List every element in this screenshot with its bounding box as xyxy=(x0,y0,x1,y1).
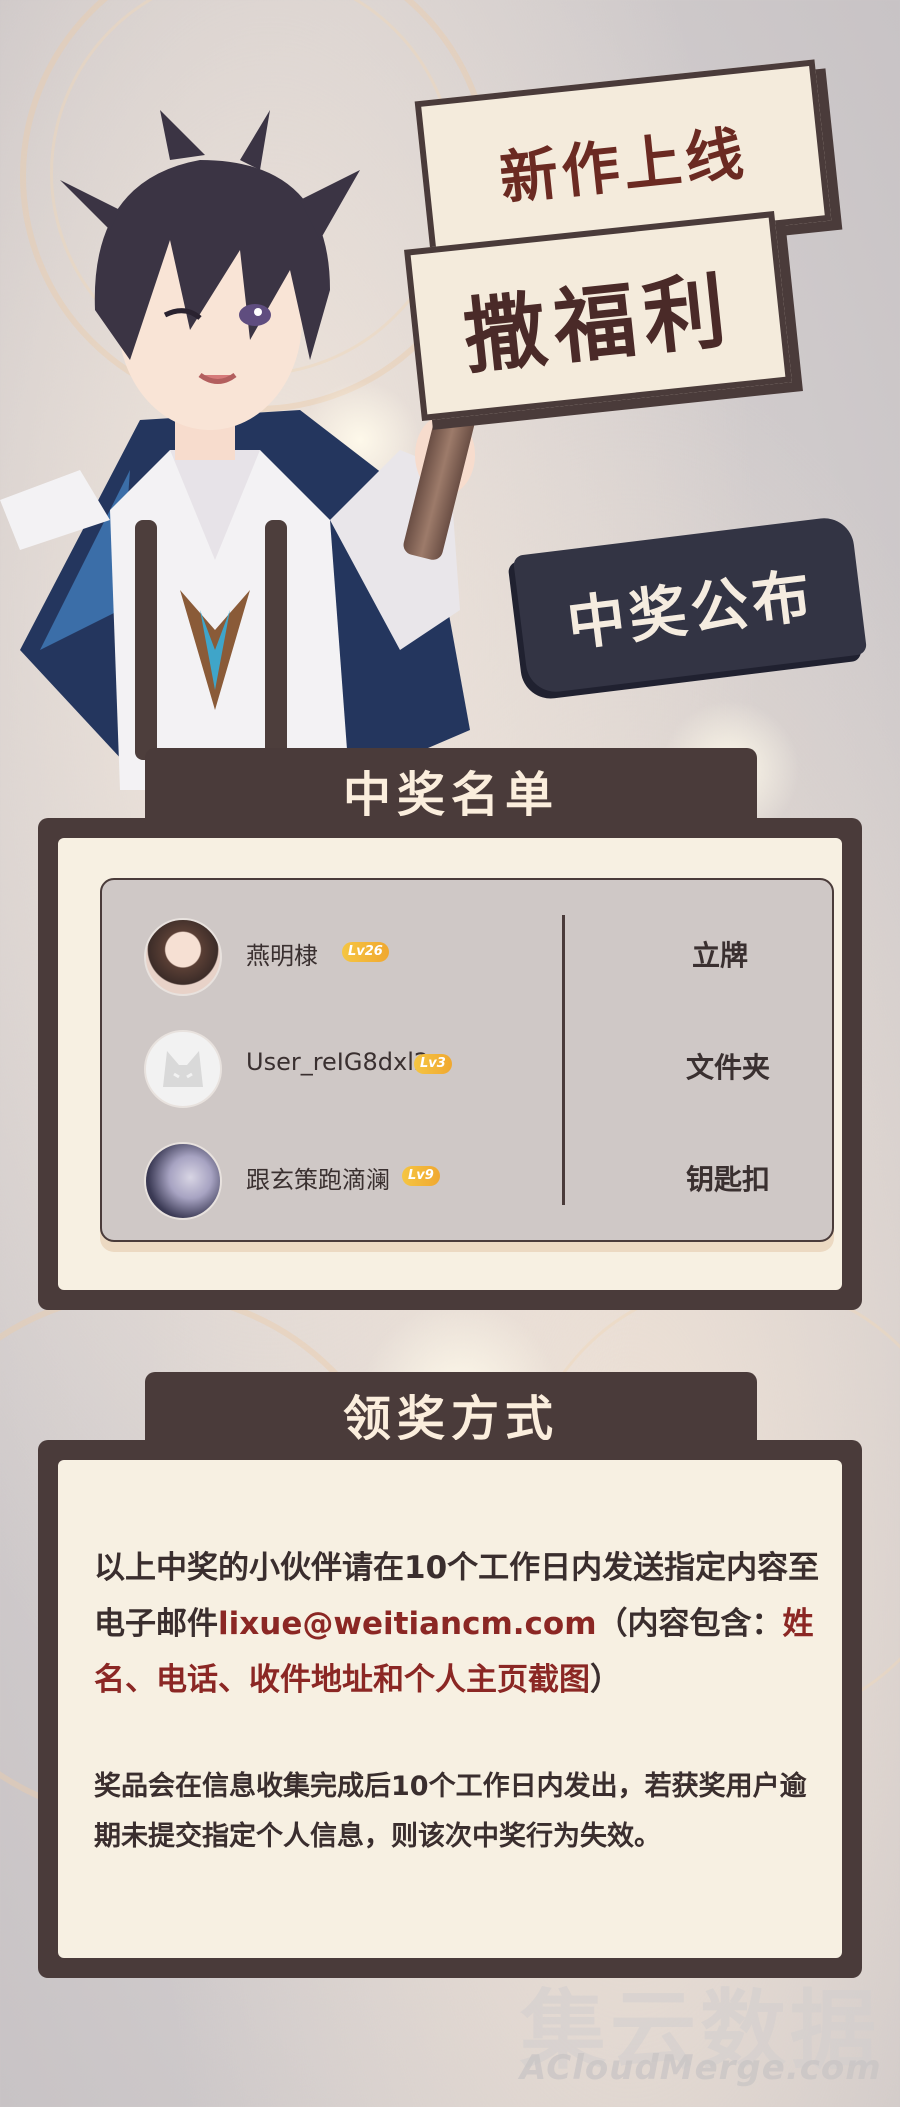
avatar[interactable] xyxy=(144,918,222,996)
default-avatar-icon xyxy=(163,1051,203,1087)
claim-instructions: 以上中奖的小伙伴请在10个工作日内发送指定内容至电子邮件lixue@weitia… xyxy=(94,1540,829,1862)
level-badge: Lv3 xyxy=(414,1054,452,1074)
winners-card: 燕明棣 Lv26 立牌 User_reIG8dxl2 Lv3 文件夹 跟玄策跑滴… xyxy=(38,818,862,1310)
claim-card-inner: 以上中奖的小伙伴请在10个工作日内发送指定内容至电子邮件lixue@weitia… xyxy=(58,1460,842,1958)
banner-line1: 新作上线 xyxy=(496,119,751,213)
winners-title: 中奖名单 xyxy=(342,767,559,823)
winner-name[interactable]: 燕明棣 xyxy=(246,936,318,971)
claim-title: 领奖方式 xyxy=(342,1391,559,1447)
claim-paragraph-2: 奖品会在信息收集完成后10个工作日内发出，若获奖用户逾期未提交指定个人信息，则该… xyxy=(94,1771,807,1852)
prize-label: 文件夹 xyxy=(686,1051,771,1084)
winner-row: 燕明棣 Lv26 立牌 xyxy=(102,908,832,998)
claim-paragraph-1: 以上中奖的小伙伴请在10个工作日内发送指定内容至电子邮件lixue@weitia… xyxy=(94,1540,829,1708)
announce-label: 中奖公布 xyxy=(563,561,818,659)
watermark-en: ACloudMerge.com xyxy=(520,2048,882,2088)
banner-line2: 撒福利 xyxy=(459,262,739,386)
prize-label: 立牌 xyxy=(692,939,749,972)
winner-name[interactable]: 跟玄策跑滴澜 xyxy=(246,1160,390,1195)
level-badge: Lv9 xyxy=(402,1166,440,1186)
winner-name[interactable]: User_reIG8dxl2 xyxy=(246,1048,429,1076)
level-badge: Lv26 xyxy=(342,942,389,962)
winners-card-inner: 燕明棣 Lv26 立牌 User_reIG8dxl2 Lv3 文件夹 跟玄策跑滴… xyxy=(58,838,842,1290)
winner-row: User_reIG8dxl2 Lv3 文件夹 xyxy=(102,1020,832,1110)
winner-row: 跟玄策跑滴澜 Lv9 钥匙扣 xyxy=(102,1132,832,1222)
prize-label: 钥匙扣 xyxy=(686,1163,771,1196)
avatar[interactable] xyxy=(144,1030,222,1108)
avatar[interactable] xyxy=(144,1142,222,1220)
claim-text-b: （内容包含： xyxy=(596,1606,783,1642)
claim-text-c: ） xyxy=(590,1662,621,1698)
winners-list: 燕明棣 Lv26 立牌 User_reIG8dxl2 Lv3 文件夹 跟玄策跑滴… xyxy=(100,878,834,1242)
claim-card: 以上中奖的小伙伴请在10个工作日内发送指定内容至电子邮件lixue@weitia… xyxy=(38,1440,862,1978)
email-link[interactable]: lixue@weitiancm.com xyxy=(218,1606,597,1642)
